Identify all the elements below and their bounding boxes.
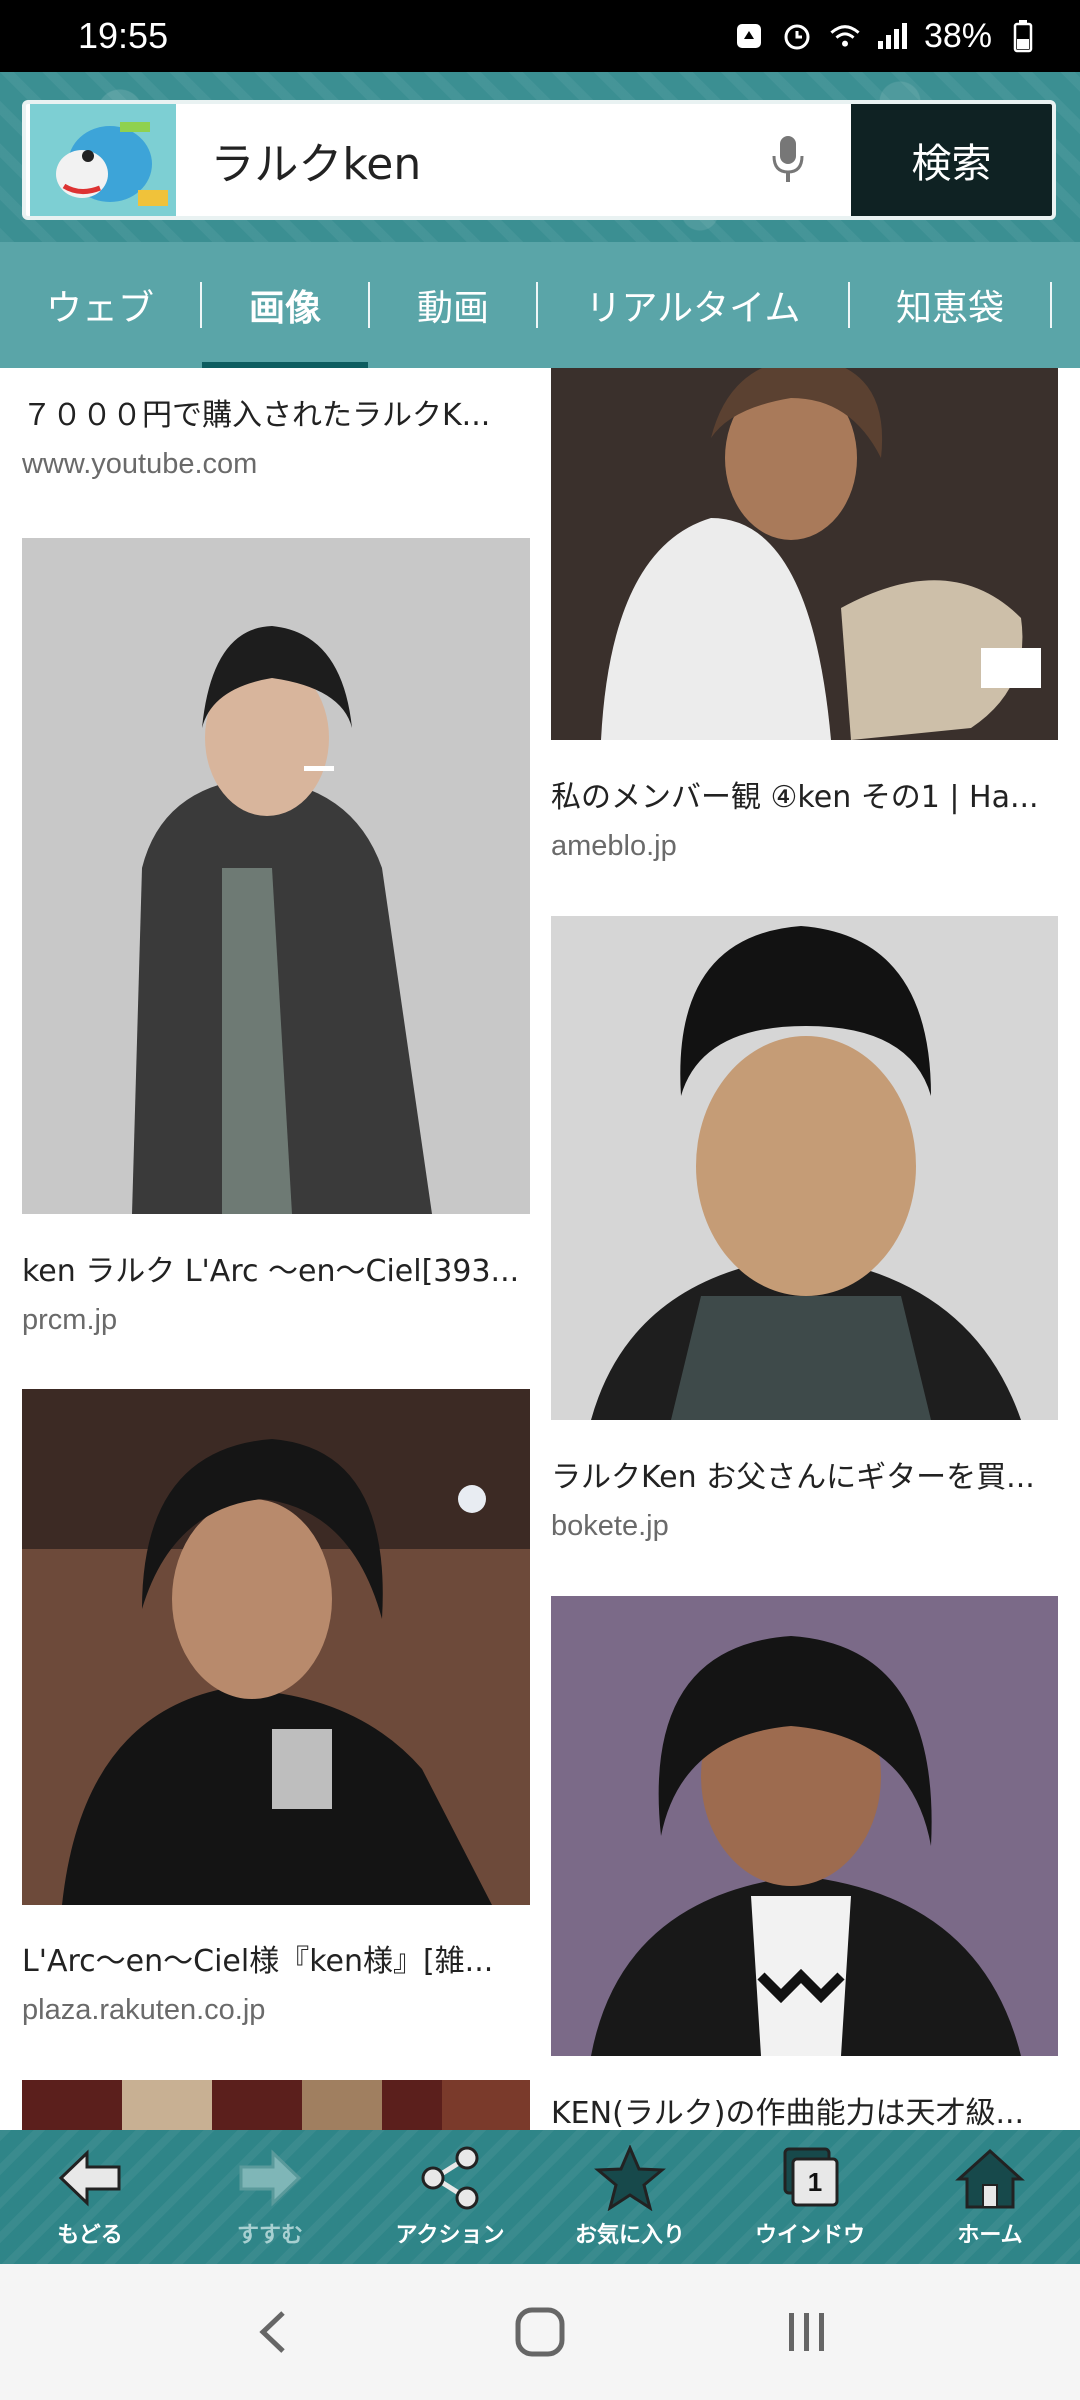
tab-chiebukuro[interactable]: 知恵袋 bbox=[850, 242, 1050, 368]
alarm-icon bbox=[780, 19, 814, 53]
recents-icon bbox=[788, 2313, 824, 2351]
tab-web[interactable]: ウェブ bbox=[0, 242, 200, 368]
back-label: もどる bbox=[57, 2223, 123, 2248]
action-label: アクション bbox=[395, 2223, 505, 2248]
app-logo[interactable] bbox=[30, 104, 177, 216]
result-title[interactable]: ラルクKen お父さんにギターを買... bbox=[551, 1452, 1059, 1496]
arrow-left-icon bbox=[58, 2149, 121, 2207]
wifi-icon bbox=[828, 19, 862, 53]
home-button[interactable]: ホーム bbox=[900, 2130, 1080, 2264]
result-source: www.youtube.com bbox=[22, 448, 258, 480]
home-icon bbox=[955, 2148, 1025, 2209]
system-nav-bar bbox=[0, 2264, 1080, 2400]
result-title[interactable]: ken ラルク L'Arc 〜en〜Ciel[393... bbox=[22, 1246, 530, 1290]
result-source: ameblo.jp bbox=[551, 830, 677, 862]
tab-images[interactable]: 画像 bbox=[202, 242, 368, 368]
nav-home-button[interactable] bbox=[495, 2287, 585, 2377]
status-bar: 19:55 38% bbox=[0, 0, 1080, 72]
favorites-label: お気に入り bbox=[574, 2223, 685, 2248]
result-image[interactable] bbox=[22, 2080, 530, 2130]
search-type-tabs: ウェブ 画像 動画 リアルタイム 知恵袋 bbox=[0, 242, 1080, 368]
nav-recents-button[interactable] bbox=[762, 2287, 852, 2377]
result-image[interactable] bbox=[551, 916, 1058, 1420]
battery-icon bbox=[1006, 19, 1040, 53]
result-title[interactable]: ７０００円で購入されたラルクK... bbox=[22, 390, 530, 434]
result-image[interactable] bbox=[551, 368, 1058, 740]
window-count: 1 bbox=[808, 2167, 822, 2197]
signal-icon bbox=[876, 19, 910, 53]
status-icons: 38% bbox=[732, 17, 1040, 56]
tab-divider bbox=[1050, 282, 1052, 328]
header: 検索 bbox=[0, 72, 1080, 242]
result-source: prcm.jp bbox=[22, 1304, 118, 1336]
home-circle-icon bbox=[515, 2307, 565, 2357]
result-title[interactable]: KEN(ラルク)の作曲能力は天才級... bbox=[551, 2088, 1059, 2130]
result-title[interactable]: L'Arc〜en〜Ciel様『ken様』[雑... bbox=[22, 1936, 530, 1980]
action-button[interactable]: アクション bbox=[360, 2130, 540, 2264]
tab-realtime[interactable]: リアルタイム bbox=[538, 242, 848, 368]
window-label: ウインドウ bbox=[754, 2223, 865, 2248]
share-icon bbox=[421, 2146, 479, 2210]
image-results: ７０００円で購入されたラルクK... www.youtube.com ken ラ… bbox=[0, 368, 1080, 2130]
recycle-icon bbox=[732, 19, 766, 53]
nav-back-button[interactable] bbox=[228, 2287, 318, 2377]
window-button[interactable]: 1 ウインドウ bbox=[720, 2130, 900, 2264]
result-source: bokete.jp bbox=[551, 1510, 669, 1542]
forward-button[interactable]: すすむ bbox=[180, 2130, 360, 2264]
back-button[interactable]: もどる bbox=[0, 2130, 180, 2264]
star-icon bbox=[594, 2145, 666, 2211]
tab-video[interactable]: 動画 bbox=[370, 242, 536, 368]
search-input[interactable] bbox=[176, 104, 759, 216]
result-image[interactable] bbox=[22, 538, 530, 1214]
result-title[interactable]: 私のメンバー観 ④ken その1 | Ha... bbox=[551, 772, 1059, 816]
arrow-right-icon bbox=[239, 2149, 302, 2207]
home-label: ホーム bbox=[957, 2223, 1023, 2248]
forward-label: すすむ bbox=[236, 2223, 303, 2248]
search-box: 検索 bbox=[22, 100, 1056, 220]
microphone-icon[interactable] bbox=[758, 120, 817, 200]
battery-percent: 38% bbox=[923, 16, 992, 55]
browser-toolbar: もどる すすむ アクション お気に入り 1 ウインドウ ホーム bbox=[0, 2130, 1080, 2264]
result-image[interactable] bbox=[551, 1596, 1058, 2056]
search-button[interactable]: 検索 bbox=[850, 104, 1052, 216]
result-source: plaza.rakuten.co.jp bbox=[22, 1994, 266, 2026]
status-time: 19:55 bbox=[78, 15, 169, 56]
window-icon: 1 bbox=[783, 2147, 839, 2207]
favorites-button[interactable]: お気に入り bbox=[540, 2130, 720, 2264]
result-image[interactable] bbox=[22, 1389, 530, 1905]
chevron-left-icon bbox=[259, 2311, 286, 2353]
